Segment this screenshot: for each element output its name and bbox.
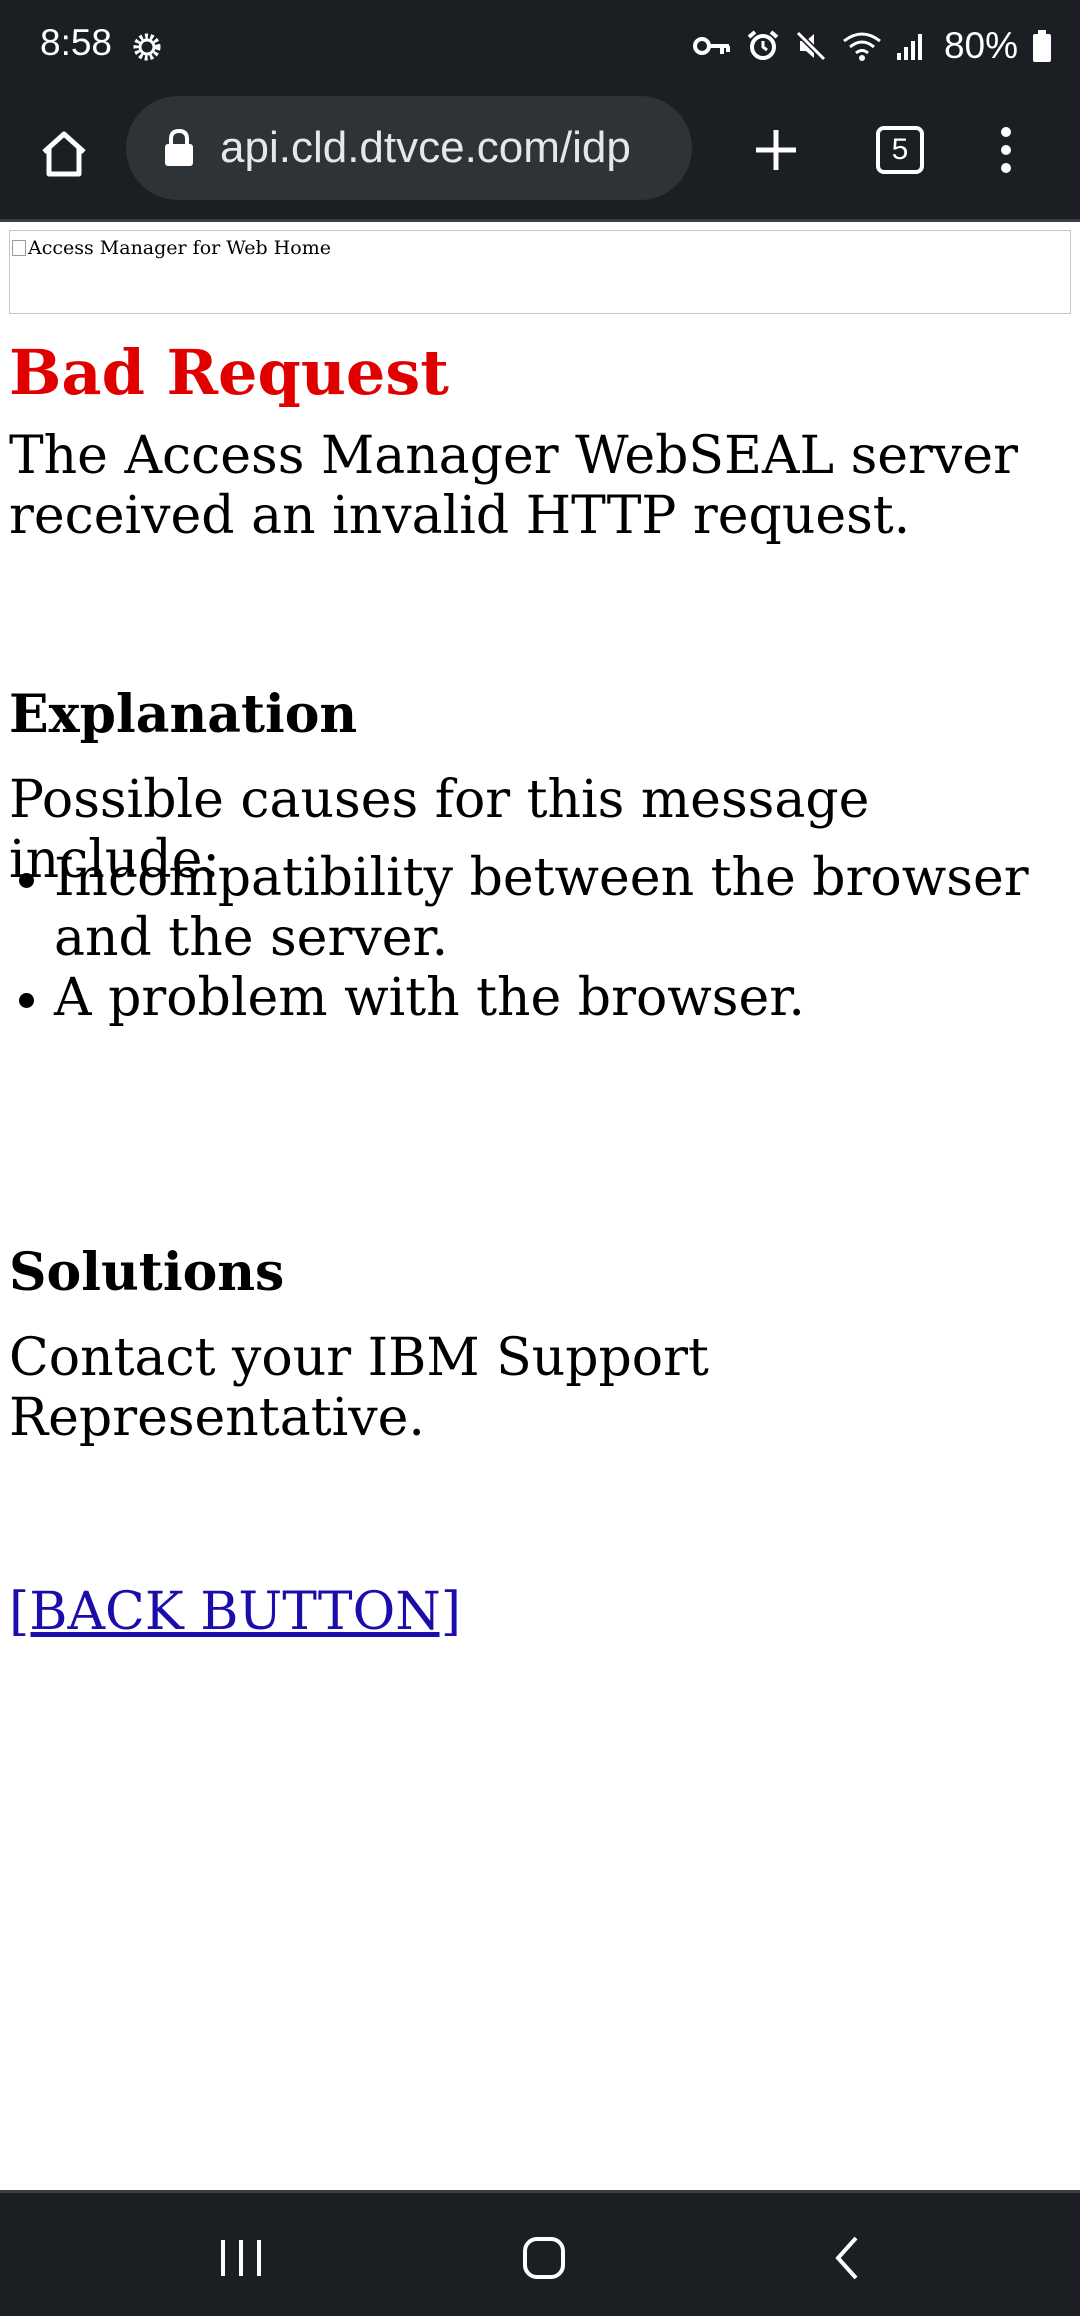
list-item: Incompatibility between the browser and … xyxy=(0,848,1080,968)
tab-switcher-button[interactable]: 5 xyxy=(860,110,940,190)
causes-list: Incompatibility between the browser and … xyxy=(0,848,1080,1028)
battery-level: 80% xyxy=(943,25,1018,66)
status-time: 8:58 xyxy=(40,22,113,63)
nav-home-icon xyxy=(523,2237,565,2279)
explanation-heading: Explanation xyxy=(9,684,358,745)
tab-count: 5 xyxy=(876,126,924,174)
vpn-key-icon xyxy=(692,37,730,55)
cause-text: A problem with the browser. xyxy=(54,968,805,1028)
back-chevron-icon xyxy=(835,2236,858,2280)
recent-apps-icon xyxy=(221,2240,261,2276)
broken-image-icon xyxy=(12,240,26,256)
solutions-heading: Solutions xyxy=(9,1242,285,1303)
bullet xyxy=(19,993,34,1008)
banner-alt: Access Manager for Web Home xyxy=(12,237,331,259)
banner-alt-text: Access Manager for Web Home xyxy=(28,237,331,259)
url-text: api.cld.dtvce.com/idp xyxy=(220,123,631,172)
settings-gear-icon xyxy=(133,33,161,61)
status-bar: 8:58 80% xyxy=(0,0,1080,92)
battery-icon xyxy=(1033,30,1051,62)
plus-icon xyxy=(756,130,796,170)
mute-icon xyxy=(795,30,827,62)
page-title: Bad Request xyxy=(9,336,449,409)
alarm-icon xyxy=(747,30,779,60)
lock-icon xyxy=(165,128,193,166)
home-button[interactable] xyxy=(28,118,100,190)
page-content: Access Manager for Web Home Bad Request … xyxy=(0,222,1080,2190)
browser-toolbar: api.cld.dtvce.com/idp 5 xyxy=(0,92,1080,222)
solution-text: Contact your IBM Support Representative. xyxy=(9,1328,709,1448)
nav-home-button[interactable] xyxy=(499,2213,589,2303)
new-tab-button[interactable] xyxy=(736,110,816,190)
bullet xyxy=(19,873,34,888)
nav-back-button[interactable] xyxy=(802,2213,892,2303)
home-icon xyxy=(42,131,86,177)
list-item: A problem with the browser. xyxy=(0,968,1080,1028)
signal-icon xyxy=(896,34,922,60)
recent-apps-button[interactable] xyxy=(196,2213,286,2303)
header-banner-image[interactable]: Access Manager for Web Home xyxy=(9,230,1071,314)
back-button-link[interactable]: [BACK BUTTON] xyxy=(9,1582,461,1642)
wifi-icon xyxy=(843,32,881,61)
status-icons: 80% xyxy=(692,20,1052,72)
more-vert-icon xyxy=(1001,127,1011,173)
address-bar[interactable]: api.cld.dtvce.com/idp xyxy=(126,96,692,200)
cause-text: Incompatibility between the browser and … xyxy=(54,848,1029,968)
menu-button[interactable] xyxy=(966,110,1046,190)
intro-text: The Access Manager WebSEAL server receiv… xyxy=(9,426,1018,546)
system-nav-bar xyxy=(0,2190,1080,2316)
